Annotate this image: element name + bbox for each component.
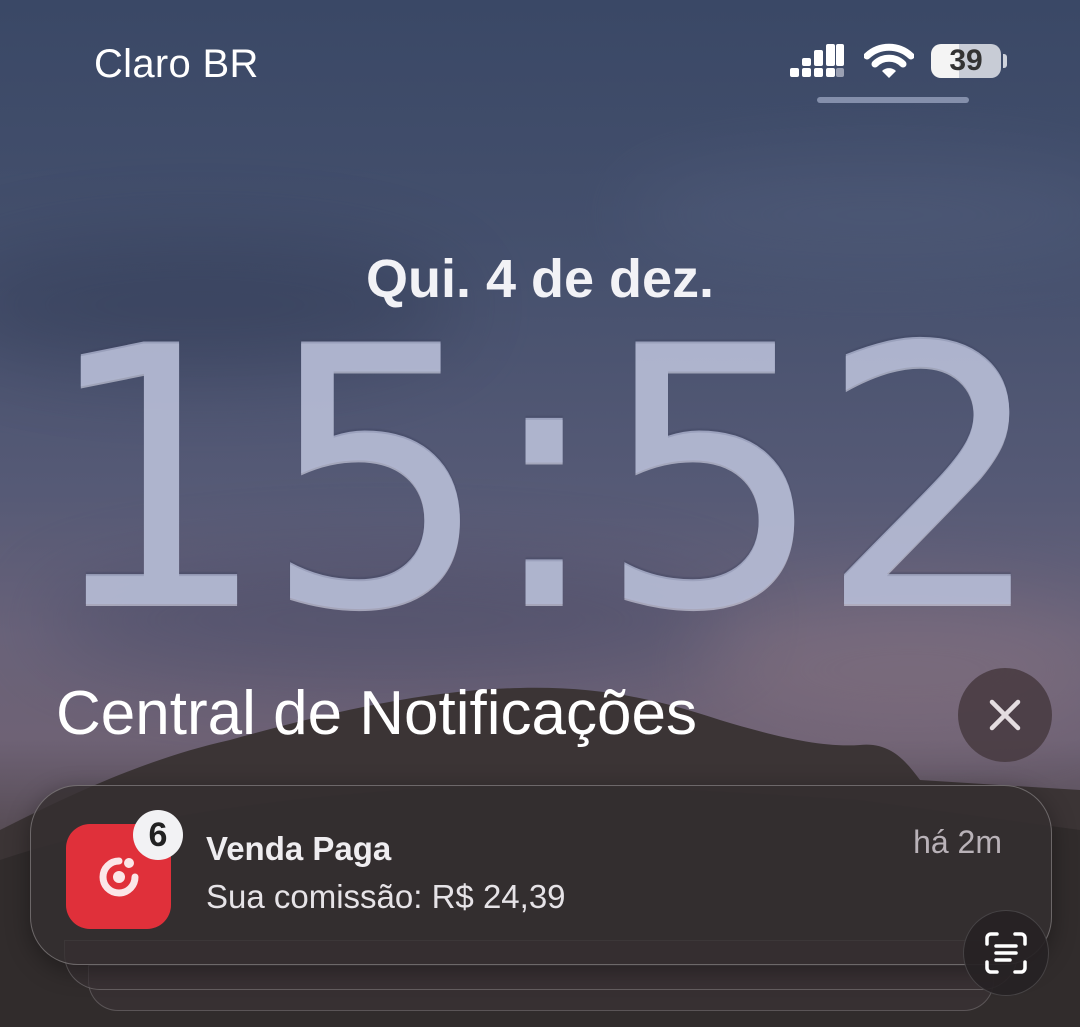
- notification-center-title: Central de Notificações: [56, 679, 697, 748]
- notification-body: Sua comissão: R$ 24,39: [206, 878, 566, 915]
- battery-icon: 39: [931, 44, 1001, 78]
- carrier-name: Claro BR: [94, 42, 259, 86]
- live-text-button[interactable]: [963, 910, 1049, 996]
- status-indicator-bar: [817, 97, 969, 103]
- battery-level: 39: [949, 44, 983, 77]
- clear-notifications-button[interactable]: [958, 668, 1052, 762]
- live-text-scan-icon: [985, 932, 1027, 974]
- wifi-icon: [864, 43, 914, 78]
- notification-count-badge: 6: [133, 810, 183, 860]
- notification-card[interactable]: [30, 785, 1052, 965]
- close-icon: [989, 699, 1021, 731]
- battery-nub: [1003, 54, 1007, 68]
- app-logo-icon: [99, 857, 138, 896]
- notification-title: Venda Paga: [206, 830, 392, 867]
- notification-time: há 2m: [913, 824, 1002, 860]
- signal-icon: [790, 44, 844, 77]
- lock-time: 15:52: [41, 270, 1046, 689]
